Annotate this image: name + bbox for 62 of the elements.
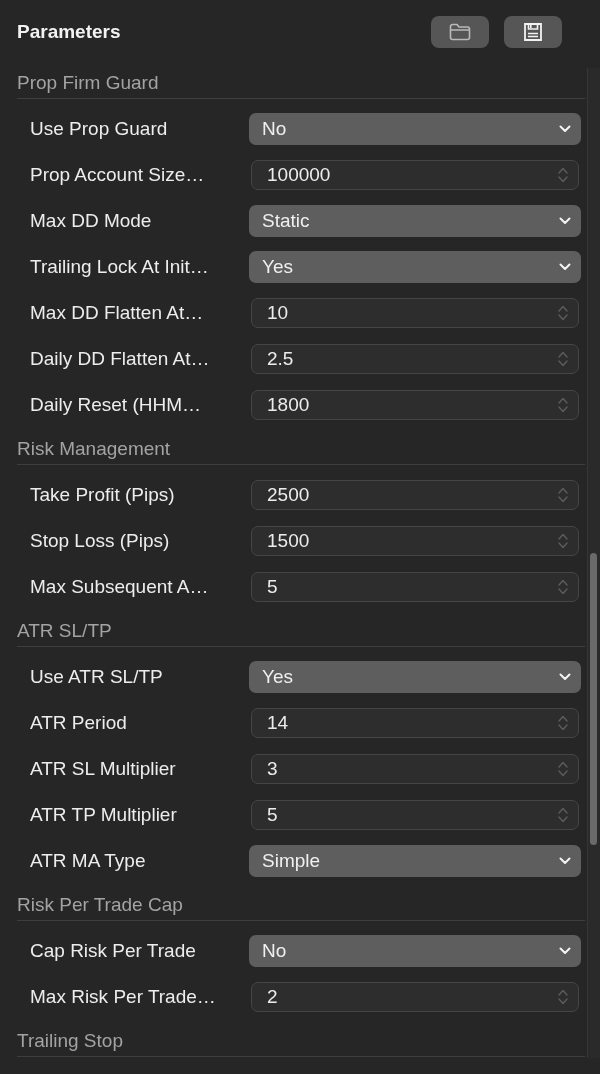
dropdown[interactable]: Yes [249,251,581,283]
chevron-down-icon [559,217,571,225]
number-field[interactable]: 100000 [251,160,579,190]
parameter-label: Cap Risk Per Trade [30,940,196,962]
number-field[interactable]: 5 [251,800,579,830]
number-field[interactable]: 1800 [251,390,579,420]
section-heading: Prop Firm Guard [17,71,160,95]
parameter-label: Max DD Flatten At… [30,302,204,324]
stepper-icon[interactable] [558,396,568,414]
chevron-down-icon [559,857,571,865]
parameter-label: Max Subsequent A… [30,576,209,598]
dropdown[interactable]: Yes [249,661,581,693]
number-field[interactable]: 5 [251,572,579,602]
panel-title: Parameters [17,21,121,43]
number-field[interactable]: 3 [251,754,579,784]
stepper-icon[interactable] [558,166,568,184]
parameter-label: Use Prop Guard [30,118,168,140]
stepper-icon[interactable] [558,578,568,596]
stepper-icon[interactable] [558,988,568,1006]
stepper-icon[interactable] [558,714,568,732]
save-icon [524,23,542,41]
folder-button[interactable] [431,16,489,48]
parameter-label: Prop Account Size… [30,164,205,186]
dropdown[interactable]: No [249,935,581,967]
number-field[interactable]: 2 [251,982,579,1012]
dropdown[interactable]: Static [249,205,581,237]
dropdown[interactable]: No [249,113,581,145]
parameter-label: Stop Loss (Pips) [30,530,170,552]
number-field[interactable]: 10 [251,298,579,328]
parameter-label: Max Risk Per Trade… [30,986,216,1008]
number-field[interactable]: 2500 [251,480,579,510]
save-button[interactable] [504,16,562,48]
parameter-label: ATR Period [30,712,127,734]
scrollbar-thumb[interactable] [590,553,597,845]
stepper-icon[interactable] [558,806,568,824]
parameter-label: Daily DD Flatten At… [30,348,210,370]
number-field[interactable]: 1500 [251,526,579,556]
parameter-label: ATR SL Multiplier [30,758,176,780]
parameter-label: Take Profit (Pips) [30,484,175,506]
parameter-label: Use ATR SL/TP [30,666,163,688]
dropdown[interactable]: Simple [249,845,581,877]
section-heading: ATR SL/TP [17,619,113,643]
parameter-label: Trailing Lock At Init… [30,256,209,278]
stepper-icon[interactable] [558,304,568,322]
stepper-icon[interactable] [558,486,568,504]
chevron-down-icon [559,947,571,955]
section-heading: Trailing Stop [17,1029,124,1053]
parameter-label: Daily Reset (HHM… [30,394,202,416]
section-heading: Risk Management [17,437,172,461]
section-heading: Risk Per Trade Cap [17,893,184,917]
parameter-label: Max DD Mode [30,210,152,232]
number-field[interactable]: 2.5 [251,344,579,374]
folder-icon [449,23,471,41]
stepper-icon[interactable] [558,350,568,368]
stepper-icon[interactable] [558,760,568,778]
chevron-down-icon [559,263,571,271]
chevron-down-icon [559,125,571,133]
chevron-down-icon [559,673,571,681]
stepper-icon[interactable] [558,532,568,550]
parameter-label: ATR TP Multiplier [30,804,177,826]
parameter-label: ATR MA Type [30,850,146,872]
number-field[interactable]: 14 [251,708,579,738]
